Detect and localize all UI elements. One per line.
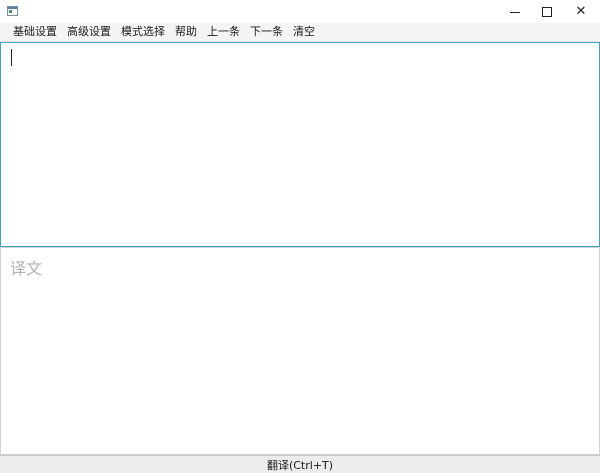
menu-advanced-settings[interactable]: 高级设置 bbox=[62, 23, 116, 41]
close-icon: ✕ bbox=[575, 4, 587, 19]
minimize-icon bbox=[510, 12, 520, 13]
translate-button[interactable]: 翻译(Ctrl+T) bbox=[0, 455, 600, 473]
app-window: ✕ 基础设置 高级设置 模式选择 帮助 上一条 下一条 清空 译文 翻译(Ctr… bbox=[0, 0, 600, 473]
menu-next[interactable]: 下一条 bbox=[245, 23, 288, 41]
output-placeholder: 译文 bbox=[10, 259, 43, 278]
title-bar[interactable]: ✕ bbox=[0, 0, 600, 23]
maximize-button[interactable] bbox=[530, 0, 564, 23]
menu-basic-settings[interactable]: 基础设置 bbox=[8, 23, 62, 41]
menu-clear[interactable]: 清空 bbox=[288, 23, 320, 41]
translation-output[interactable]: 译文 bbox=[0, 247, 600, 455]
menu-bar: 基础设置 高级设置 模式选择 帮助 上一条 下一条 清空 bbox=[0, 23, 600, 42]
menu-help[interactable]: 帮助 bbox=[170, 23, 202, 41]
minimize-button[interactable] bbox=[498, 0, 532, 23]
text-caret bbox=[11, 49, 12, 66]
source-text-input[interactable] bbox=[0, 42, 600, 247]
menu-previous[interactable]: 上一条 bbox=[202, 23, 245, 41]
app-icon bbox=[7, 6, 18, 16]
close-button[interactable]: ✕ bbox=[564, 0, 598, 23]
maximize-icon bbox=[542, 6, 552, 17]
menu-mode-select[interactable]: 模式选择 bbox=[116, 23, 170, 41]
